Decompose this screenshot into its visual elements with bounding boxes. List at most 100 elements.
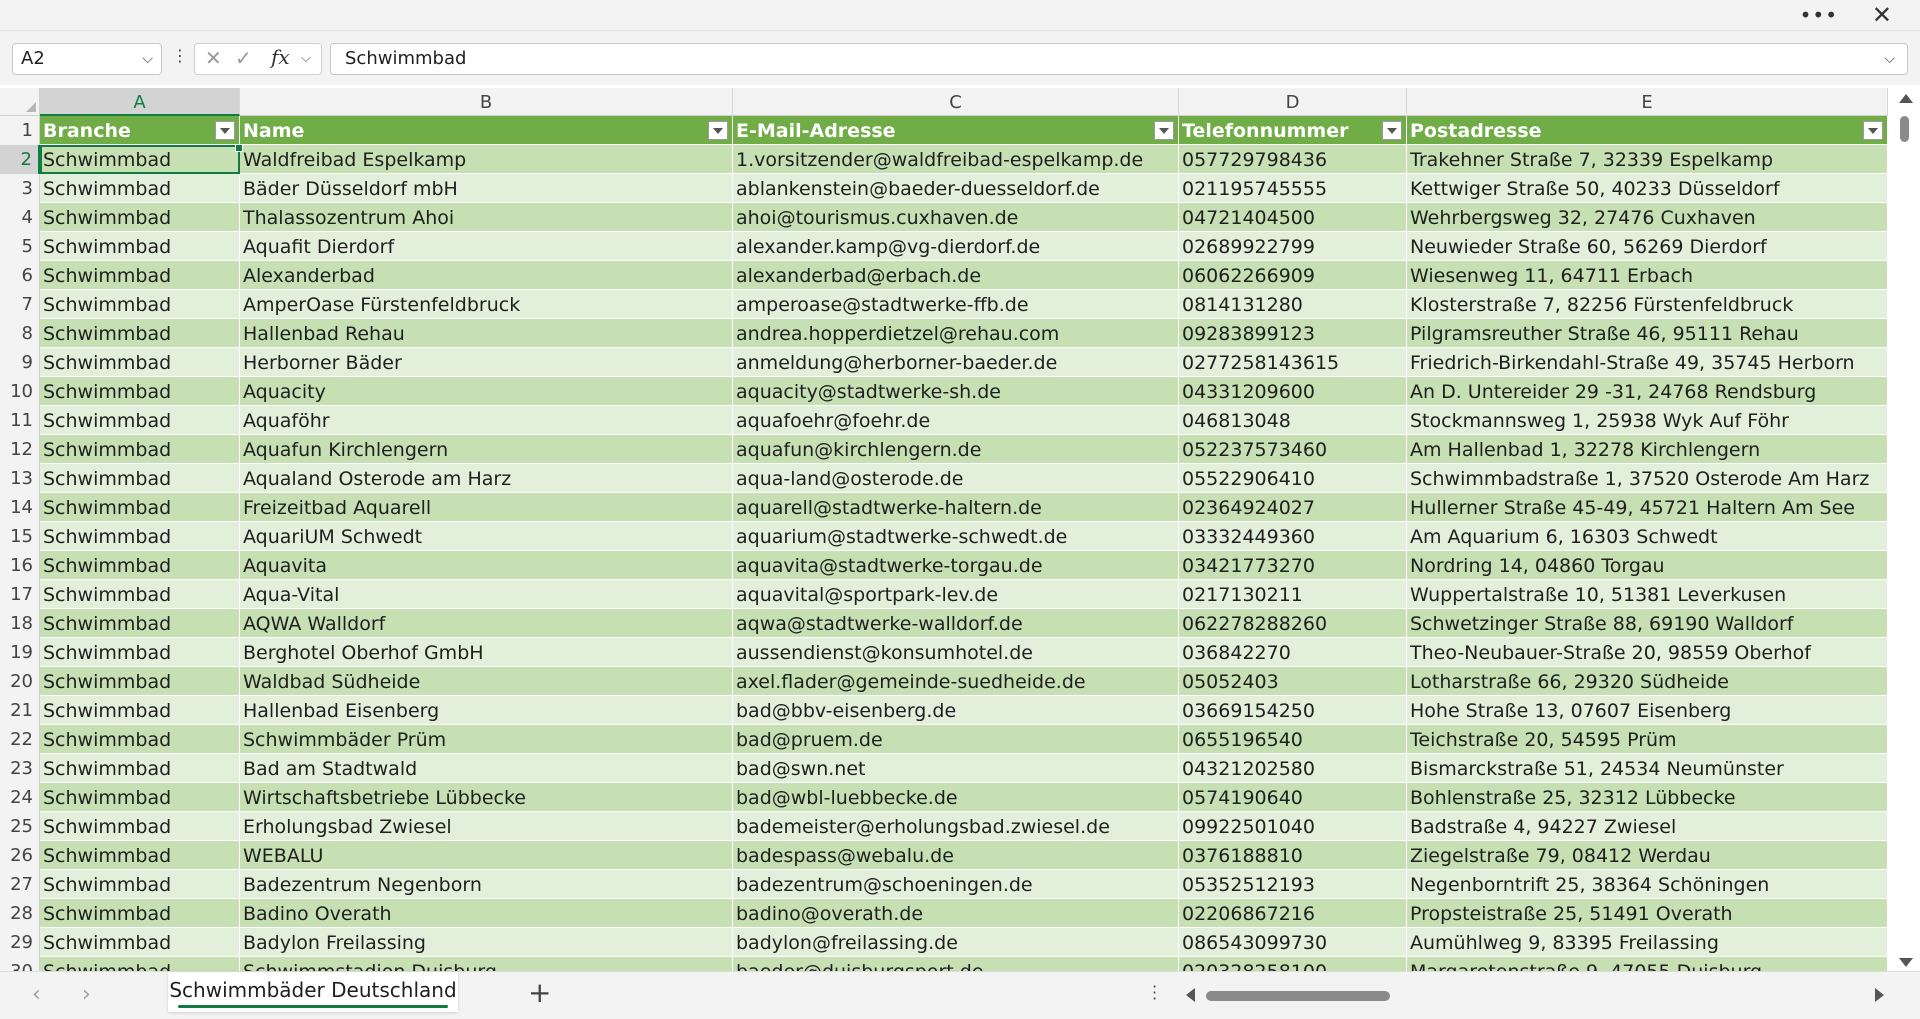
cell-postadresse[interactable]: Ziegelstraße 79, 08412 Werdau <box>1407 841 1888 870</box>
cell-name[interactable]: AQWA Walldorf <box>240 609 733 638</box>
cell-name[interactable]: Thalassozentrum Ahoi <box>240 203 733 232</box>
cell-branche[interactable]: Schwimmbad <box>40 377 240 406</box>
spreadsheet-grid[interactable]: A B C D E 1 Branche Name E-Mail-Adresse Tele… <box>0 88 1888 971</box>
filter-dropdown-icon[interactable] <box>215 121 235 140</box>
row-number[interactable]: 3 <box>0 174 40 203</box>
cell-postadresse[interactable]: Klosterstraße 7, 82256 Fürstenfeldbruck <box>1407 290 1888 319</box>
cell-telefon[interactable]: 09922501040 <box>1179 812 1407 841</box>
row-number[interactable]: 24 <box>0 783 40 812</box>
row-number[interactable]: 7 <box>0 290 40 319</box>
header-cell-telefon[interactable]: Telefonnummer <box>1179 116 1407 145</box>
cell-postadresse[interactable]: Bohlenstraße 25, 32312 Lübbecke <box>1407 783 1888 812</box>
cell-name[interactable]: Aquafit Dierdorf <box>240 232 733 261</box>
add-sheet-icon[interactable]: + <box>528 976 551 1009</box>
close-icon[interactable]: ✕ <box>1872 1 1892 29</box>
cell-branche[interactable]: Schwimmbad <box>40 522 240 551</box>
cell-telefon[interactable]: 062278288260 <box>1179 609 1407 638</box>
cell-name[interactable]: Aquacity <box>240 377 733 406</box>
cell-telefon[interactable]: 04331209600 <box>1179 377 1407 406</box>
row-number[interactable]: 2 <box>0 145 40 174</box>
cell-name[interactable]: WEBALU <box>240 841 733 870</box>
row-number[interactable]: 26 <box>0 841 40 870</box>
cell-email[interactable]: alexanderbad@erbach.de <box>733 261 1179 290</box>
cell-telefon[interactable]: 09283899123 <box>1179 319 1407 348</box>
cell-name[interactable]: Herborner Bäder <box>240 348 733 377</box>
cell-branche[interactable]: Schwimmbad <box>40 783 240 812</box>
cell-telefon[interactable]: 0376188810 <box>1179 841 1407 870</box>
cell-name[interactable]: AquariUM Schwedt <box>240 522 733 551</box>
row-number[interactable]: 25 <box>0 812 40 841</box>
header-cell-postadresse[interactable]: Postadresse <box>1407 116 1888 145</box>
cell-name[interactable]: Hallenbad Eisenberg <box>240 696 733 725</box>
cell-branche[interactable]: Schwimmbad <box>40 319 240 348</box>
cell-branche[interactable]: Schwimmbad <box>40 406 240 435</box>
row-number[interactable]: 5 <box>0 232 40 261</box>
cell-telefon[interactable]: 052237573460 <box>1179 435 1407 464</box>
fill-handle[interactable] <box>235 144 243 152</box>
cell-postadresse[interactable]: An D. Untereider 29 -31, 24768 Rendsburg <box>1407 377 1888 406</box>
cell-telefon[interactable]: 0574190640 <box>1179 783 1407 812</box>
cell-email[interactable]: amperoase@stadtwerke-ffb.de <box>733 290 1179 319</box>
row-number[interactable]: 10 <box>0 377 40 406</box>
cell-branche[interactable]: Schwimmbad <box>40 899 240 928</box>
cell-telefon[interactable]: 04321202580 <box>1179 754 1407 783</box>
column-header-c[interactable]: C <box>733 88 1179 116</box>
vertical-scrollbar[interactable] <box>1888 88 1920 971</box>
cell-postadresse[interactable]: Aumühlweg 9, 83395 Freilassing <box>1407 928 1888 957</box>
cell-telefon[interactable]: 03332449360 <box>1179 522 1407 551</box>
cell-telefon[interactable]: 020328258100 <box>1179 957 1407 971</box>
cell-postadresse[interactable]: Teichstraße 20, 54595 Prüm <box>1407 725 1888 754</box>
row-number[interactable]: 12 <box>0 435 40 464</box>
cell-postadresse[interactable]: Badstraße 4, 94227 Zwiesel <box>1407 812 1888 841</box>
cell-postadresse[interactable]: Lotharstraße 66, 29320 Südheide <box>1407 667 1888 696</box>
cell-telefon[interactable]: 05522906410 <box>1179 464 1407 493</box>
cell-postadresse[interactable]: Negenborntrift 25, 38364 Schöningen <box>1407 870 1888 899</box>
cell-name[interactable]: Waldfreibad Espelkamp <box>240 145 733 174</box>
row-number[interactable]: 15 <box>0 522 40 551</box>
cell-name[interactable]: Alexanderbad <box>240 261 733 290</box>
cell-email[interactable]: aquarell@stadtwerke-haltern.de <box>733 493 1179 522</box>
cell-email[interactable]: 1.vorsitzender@waldfreibad-espelkamp.de <box>733 145 1179 174</box>
cell-branche[interactable]: Schwimmbad <box>40 812 240 841</box>
row-number[interactable]: 21 <box>0 696 40 725</box>
cell-name[interactable]: Schwimmbäder Prüm <box>240 725 733 754</box>
filter-dropdown-icon[interactable] <box>1863 121 1883 140</box>
cell-branche[interactable]: Schwimmbad <box>40 261 240 290</box>
cell-email[interactable]: aquarium@stadtwerke-schwedt.de <box>733 522 1179 551</box>
cell-telefon[interactable]: 06062266909 <box>1179 261 1407 290</box>
cell-postadresse[interactable]: Hohe Straße 13, 07607 Eisenberg <box>1407 696 1888 725</box>
cell-email[interactable]: baeder@duisburgsport.de <box>733 957 1179 971</box>
row-number[interactable]: 18 <box>0 609 40 638</box>
cell-name[interactable]: Aquavita <box>240 551 733 580</box>
cell-email[interactable]: anmeldung@herborner-baeder.de <box>733 348 1179 377</box>
cell-name[interactable]: Badezentrum Negenborn <box>240 870 733 899</box>
row-number[interactable]: 22 <box>0 725 40 754</box>
filter-dropdown-icon[interactable] <box>1154 121 1174 140</box>
cell-email[interactable]: badylon@freilassing.de <box>733 928 1179 957</box>
vertical-scroll-thumb[interactable] <box>1900 116 1909 142</box>
scroll-right-icon[interactable] <box>1875 988 1884 1002</box>
cell-name[interactable]: Schwimmstadion Duisburg <box>240 957 733 971</box>
cell-telefon[interactable]: 021195745555 <box>1179 174 1407 203</box>
column-header-d[interactable]: D <box>1179 88 1407 116</box>
cell-branche[interactable]: Schwimmbad <box>40 174 240 203</box>
cell-postadresse[interactable]: Wuppertalstraße 10, 51381 Leverkusen <box>1407 580 1888 609</box>
cell-email[interactable]: andrea.hopperdietzel@rehau.com <box>733 319 1179 348</box>
filter-dropdown-icon[interactable] <box>1382 121 1402 140</box>
cell-name[interactable]: Freizeitbad Aquarell <box>240 493 733 522</box>
cell-email[interactable]: aqua-land@osterode.de <box>733 464 1179 493</box>
cell-branche[interactable]: Schwimmbad <box>40 696 240 725</box>
cell-name[interactable]: Wirtschaftsbetriebe Lübbecke <box>240 783 733 812</box>
cell-branche[interactable]: Schwimmbad <box>40 928 240 957</box>
cell-telefon[interactable]: 02689922799 <box>1179 232 1407 261</box>
row-number[interactable]: 27 <box>0 870 40 899</box>
row-number[interactable]: 9 <box>0 348 40 377</box>
ellipsis-icon[interactable]: ••• <box>1800 3 1838 27</box>
cell-email[interactable]: badino@overath.de <box>733 899 1179 928</box>
row-number[interactable]: 23 <box>0 754 40 783</box>
cell-telefon[interactable]: 05052403 <box>1179 667 1407 696</box>
cell-postadresse[interactable]: Friedrich-Birkendahl-Straße 49, 35745 He… <box>1407 348 1888 377</box>
row-number[interactable]: 20 <box>0 667 40 696</box>
cell-postadresse[interactable]: Kettwiger Straße 50, 40233 Düsseldorf <box>1407 174 1888 203</box>
cell-email[interactable]: axel.flader@gemeinde-suedheide.de <box>733 667 1179 696</box>
